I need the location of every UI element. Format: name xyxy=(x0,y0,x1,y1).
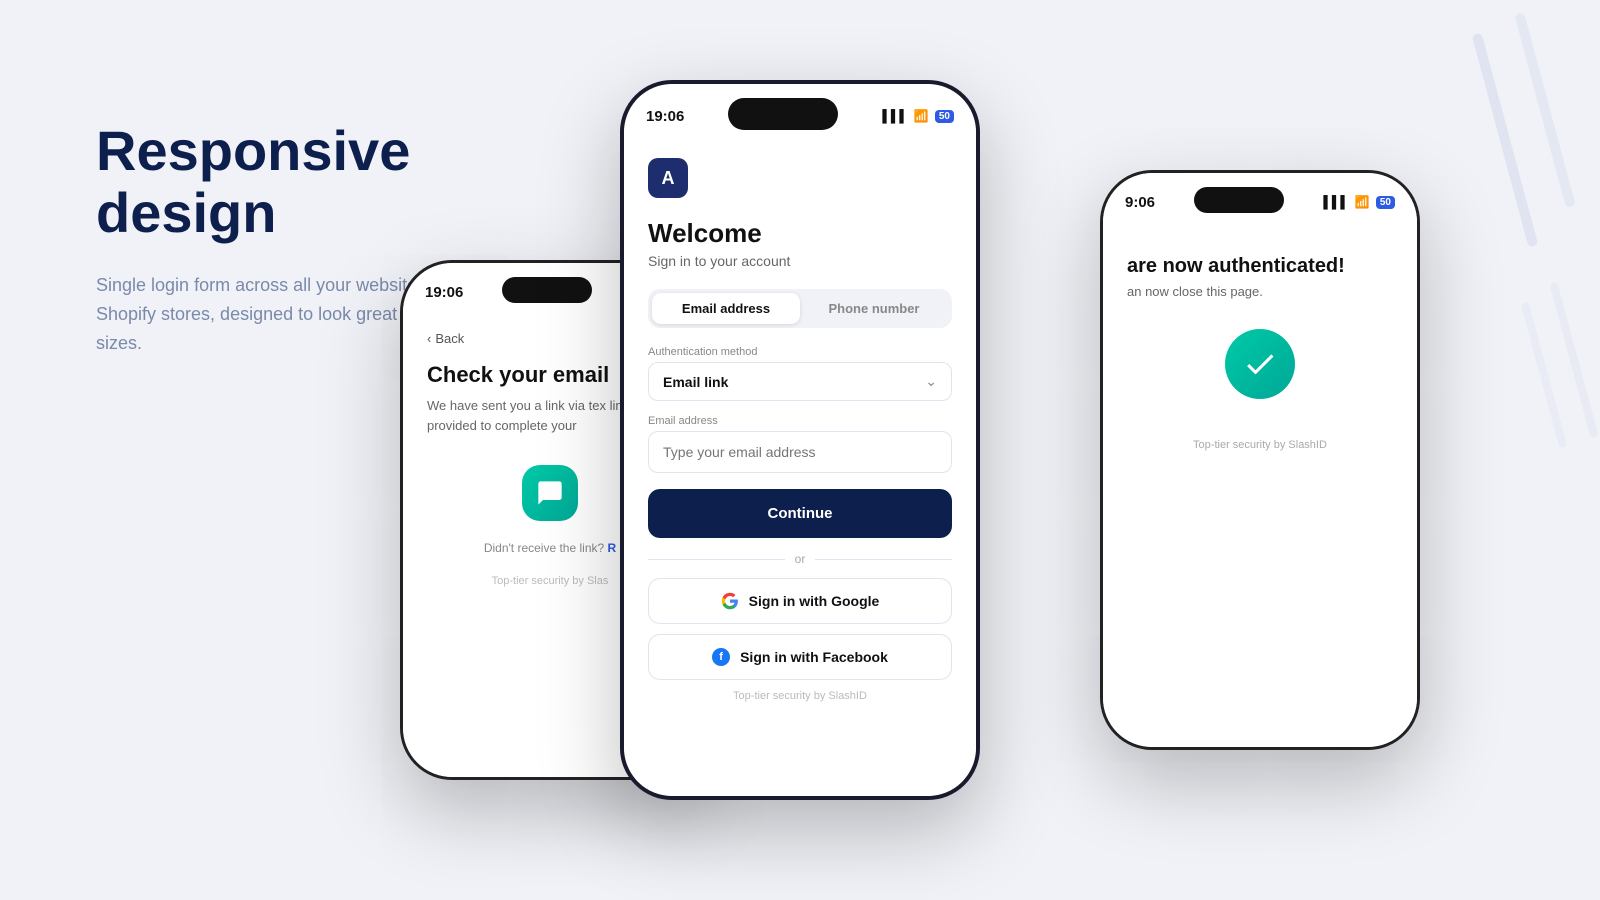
google-icon xyxy=(721,592,739,610)
or-text: or xyxy=(795,552,806,566)
continue-button[interactable]: Continue xyxy=(648,489,952,538)
facebook-icon: f xyxy=(712,648,730,666)
status-time-right: 9:06 xyxy=(1125,194,1155,211)
dynamic-island-right xyxy=(1194,187,1284,213)
app-logo: A xyxy=(648,158,688,198)
authenticated-subtitle: an now close this page. xyxy=(1127,284,1393,299)
divider-line-right xyxy=(815,559,952,560)
phone-main-login: 19:06 ▌▌▌ 📶 50 A Welcome Sign in to your… xyxy=(620,80,980,800)
status-time-center: 19:06 xyxy=(646,108,684,125)
chat-icon xyxy=(522,465,578,521)
email-input[interactable] xyxy=(648,431,952,473)
success-checkmark xyxy=(1225,329,1295,399)
main-heading: Responsive design xyxy=(96,120,516,243)
wifi-icon: 📶 xyxy=(914,109,929,123)
auth-method-dropdown[interactable]: Email link ⌄ xyxy=(648,362,952,401)
divider-line-left xyxy=(648,559,785,560)
status-time-left: 19:06 xyxy=(425,284,463,301)
signal-icon-right: ▌▌▌ xyxy=(1323,195,1349,209)
auth-method-value: Email link xyxy=(663,374,728,390)
dynamic-island-left xyxy=(502,277,592,303)
center-phone-footer: Top-tier security by SlashID xyxy=(648,690,952,702)
login-form-content: A Welcome Sign in to your account Email … xyxy=(624,142,976,796)
battery-badge-right: 50 xyxy=(1376,196,1395,209)
facebook-signin-button[interactable]: f Sign in with Facebook xyxy=(648,634,952,680)
chevron-down-icon: ⌄ xyxy=(925,373,937,390)
battery-badge: 50 xyxy=(935,110,954,123)
google-signin-button[interactable]: Sign in with Google xyxy=(648,578,952,624)
facebook-btn-label: Sign in with Facebook xyxy=(740,649,888,665)
login-tab-switcher: Email address Phone number xyxy=(648,289,952,328)
signal-icon: ▌▌▌ xyxy=(882,109,908,123)
phone-authenticated: 9:06 ▌▌▌ 📶 50 are now authenticated! an … xyxy=(1100,170,1420,750)
tab-email-address[interactable]: Email address xyxy=(652,293,800,324)
right-phone-footer: Top-tier security by SlashID xyxy=(1127,439,1393,451)
resend-link[interactable]: R xyxy=(608,541,617,555)
tab-phone-number[interactable]: Phone number xyxy=(800,293,948,324)
authenticated-content: are now authenticated! an now close this… xyxy=(1103,225,1417,747)
auth-method-label: Authentication method xyxy=(648,346,952,358)
or-divider: or xyxy=(648,552,952,566)
wifi-icon-right: 📶 xyxy=(1355,195,1370,209)
status-bar-right: 9:06 ▌▌▌ 📶 50 xyxy=(1103,173,1417,225)
welcome-title: Welcome xyxy=(648,218,952,249)
welcome-subtitle: Sign in to your account xyxy=(648,253,952,269)
dynamic-island-center xyxy=(728,98,838,130)
authenticated-title: are now authenticated! xyxy=(1127,255,1393,278)
email-input-label: Email address xyxy=(648,415,952,427)
status-bar-center: 19:06 ▌▌▌ 📶 50 xyxy=(624,84,976,142)
google-btn-label: Sign in with Google xyxy=(749,593,880,609)
